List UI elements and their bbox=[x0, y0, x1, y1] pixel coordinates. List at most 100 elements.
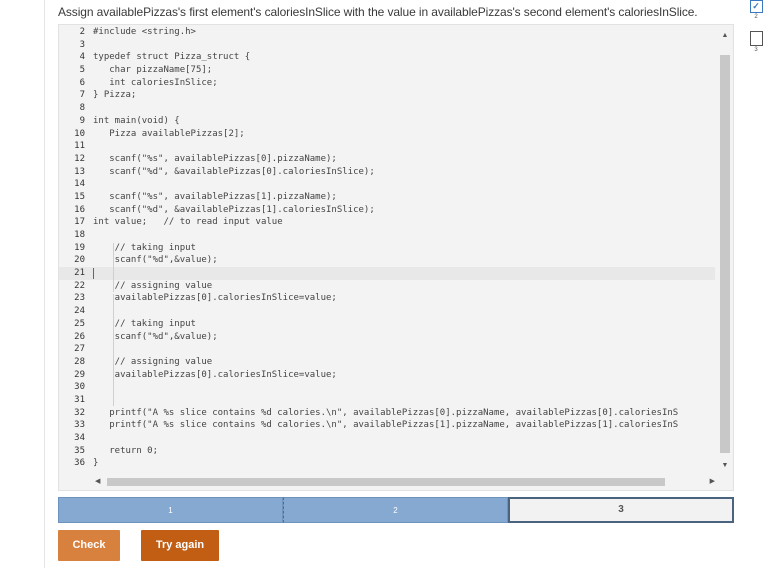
line-number: 36 bbox=[74, 458, 85, 469]
code-line[interactable]: 24 bbox=[59, 305, 715, 318]
scroll-up-icon[interactable]: ▲ bbox=[719, 31, 731, 41]
code-line[interactable]: 17 int value; // to read input value bbox=[59, 216, 715, 229]
line-number: 28 bbox=[74, 356, 85, 367]
code-text[interactable]: #include <string.h> bbox=[93, 26, 196, 39]
code-text[interactable]: } Pizza; bbox=[93, 89, 136, 102]
line-number: 17 bbox=[74, 217, 85, 228]
code-text[interactable]: printf("A %s slice contains %d calories.… bbox=[93, 407, 678, 420]
horizontal-scroll-thumb[interactable] bbox=[107, 478, 665, 486]
code-line[interactable]: 4 typedef struct Pizza_struct { bbox=[59, 51, 715, 64]
code-line[interactable]: 8 bbox=[59, 102, 715, 115]
code-line[interactable]: 19 // taking input bbox=[59, 242, 715, 255]
code-editor[interactable]: 2 #include <string.h> 3 4 typedef struct Piz… bbox=[58, 24, 734, 491]
code-line[interactable]: 25 // taking input bbox=[59, 318, 715, 331]
line-number: 22 bbox=[74, 280, 85, 291]
code-line[interactable]: 18 bbox=[59, 229, 715, 242]
code-line[interactable]: 15 scanf("%s", availablePizzas[1].pizzaN… bbox=[59, 191, 715, 204]
code-line[interactable]: 23 availablePizzas[0].caloriesInSlice=va… bbox=[59, 292, 715, 305]
line-number: 15 bbox=[74, 191, 85, 202]
check-button[interactable]: Check bbox=[58, 530, 120, 561]
horizontal-scrollbar[interactable]: ◀ ▶ bbox=[95, 476, 715, 488]
indent-guide bbox=[113, 243, 114, 292]
code-text[interactable]: char pizzaName[75]; bbox=[93, 64, 212, 77]
code-line[interactable]: 33 printf("A %s slice contains %d calori… bbox=[59, 419, 715, 432]
vertical-scrollbar[interactable]: ▲ ▼ bbox=[719, 31, 731, 471]
line-number: 30 bbox=[74, 382, 85, 393]
code-line[interactable]: 2 #include <string.h> bbox=[59, 26, 715, 39]
code-line[interactable]: 26 scanf("%d",&value); bbox=[59, 331, 715, 344]
line-number: 19 bbox=[74, 242, 85, 253]
code-line[interactable]: 14 bbox=[59, 178, 715, 191]
code-line[interactable]: 20 scanf("%d",&value); bbox=[59, 254, 715, 267]
code-line[interactable]: 30 bbox=[59, 381, 715, 394]
step-2[interactable]: 2 bbox=[283, 497, 508, 523]
line-number: 3 bbox=[79, 39, 85, 50]
code-line[interactable]: 3 bbox=[59, 39, 715, 52]
code-lines[interactable]: 2 #include <string.h> 3 4 typedef struct Piz… bbox=[59, 26, 715, 470]
code-text[interactable]: scanf("%d",&value); bbox=[93, 331, 218, 344]
code-line[interactable]: 35 return 0; bbox=[59, 445, 715, 458]
code-text[interactable]: scanf("%d",&value); bbox=[93, 254, 218, 267]
code-text[interactable]: int caloriesInSlice; bbox=[93, 77, 217, 90]
code-text[interactable]: // assigning value bbox=[93, 280, 213, 293]
code-line[interactable]: 6 int caloriesInSlice; bbox=[59, 77, 715, 90]
code-line[interactable]: 32 printf("A %s slice contains %d calori… bbox=[59, 407, 715, 420]
code-line[interactable]: 10 Pizza availablePizzas[2]; bbox=[59, 128, 715, 141]
code-text[interactable]: scanf("%d", &availablePizzas[1].calories… bbox=[93, 204, 375, 217]
code-line[interactable]: 9 int main(void) { bbox=[59, 115, 715, 128]
code-text[interactable]: int main(void) { bbox=[93, 115, 180, 128]
code-line[interactable]: 11 bbox=[59, 140, 715, 153]
incomplete-box-icon[interactable] bbox=[749, 31, 763, 46]
code-text[interactable]: scanf("%s", availablePizzas[1].pizzaName… bbox=[93, 191, 337, 204]
step-3[interactable]: 3 bbox=[508, 497, 734, 523]
code-text[interactable]: // taking input bbox=[93, 318, 196, 331]
line-number: 14 bbox=[74, 179, 85, 190]
line-number: 9 bbox=[79, 115, 85, 126]
line-number: 2 bbox=[79, 27, 85, 37]
checkmark-icon[interactable]: ✓ bbox=[749, 0, 763, 13]
code-text[interactable]: // assigning value bbox=[93, 356, 213, 369]
line-number: 29 bbox=[74, 369, 85, 380]
code-line[interactable]: 29 availablePizzas[0].caloriesInSlice=va… bbox=[59, 369, 715, 382]
code-line[interactable]: 7 } Pizza; bbox=[59, 89, 715, 102]
code-text[interactable]: scanf("%s", availablePizzas[0].pizzaName… bbox=[93, 153, 337, 166]
code-line[interactable]: 13 scanf("%d", &availablePizzas[0].calor… bbox=[59, 166, 715, 179]
line-number: 23 bbox=[74, 293, 85, 304]
code-line[interactable]: 22 // assigning value bbox=[59, 280, 715, 293]
code-text[interactable]: availablePizzas[0].caloriesInSlice=value… bbox=[93, 292, 337, 305]
code-text[interactable]: printf("A %s slice contains %d calories.… bbox=[93, 419, 678, 432]
code-text[interactable]: // taking input bbox=[93, 242, 196, 255]
code-line[interactable]: 34 bbox=[59, 432, 715, 445]
code-text[interactable]: return 0; bbox=[93, 445, 158, 458]
line-number: 35 bbox=[74, 445, 85, 456]
line-number: 7 bbox=[79, 90, 85, 101]
code-line[interactable]: 5 char pizzaName[75]; bbox=[59, 64, 715, 77]
code-line[interactable]: 16 scanf("%d", &availablePizzas[1].calor… bbox=[59, 204, 715, 217]
code-line[interactable]: 31 bbox=[59, 394, 715, 407]
code-text[interactable]: } bbox=[93, 457, 98, 470]
line-number: 13 bbox=[74, 166, 85, 177]
line-number: 25 bbox=[74, 318, 85, 329]
code-text[interactable]: typedef struct Pizza_struct { bbox=[93, 51, 250, 64]
step-1[interactable]: 1 bbox=[58, 497, 283, 523]
line-number: 10 bbox=[74, 128, 85, 139]
code-text[interactable]: scanf("%d", &availablePizzas[0].calories… bbox=[93, 166, 375, 179]
code-line[interactable]: 12 scanf("%s", availablePizzas[0].pizzaN… bbox=[59, 153, 715, 166]
line-number: 21 bbox=[74, 268, 85, 279]
try-again-button[interactable]: Try again bbox=[141, 530, 219, 561]
line-number: 18 bbox=[74, 230, 85, 240]
code-line[interactable]: 27 bbox=[59, 343, 715, 356]
vertical-scroll-thumb[interactable] bbox=[720, 55, 730, 453]
line-number: 11 bbox=[74, 141, 85, 152]
code-line[interactable]: 21 bbox=[59, 267, 715, 280]
code-text[interactable]: Pizza availablePizzas[2]; bbox=[93, 128, 244, 141]
scroll-left-icon[interactable]: ◀ bbox=[95, 476, 100, 488]
line-number: 6 bbox=[79, 77, 85, 88]
code-text[interactable]: availablePizzas[0].caloriesInSlice=value… bbox=[93, 369, 337, 382]
code-line[interactable]: 36} bbox=[59, 457, 715, 470]
line-number: 32 bbox=[74, 407, 85, 418]
scroll-down-icon[interactable]: ▼ bbox=[719, 461, 731, 471]
code-text[interactable]: int value; // to read input value bbox=[93, 216, 283, 229]
code-line[interactable]: 28 // assigning value bbox=[59, 356, 715, 369]
scroll-right-icon[interactable]: ▶ bbox=[710, 476, 715, 488]
